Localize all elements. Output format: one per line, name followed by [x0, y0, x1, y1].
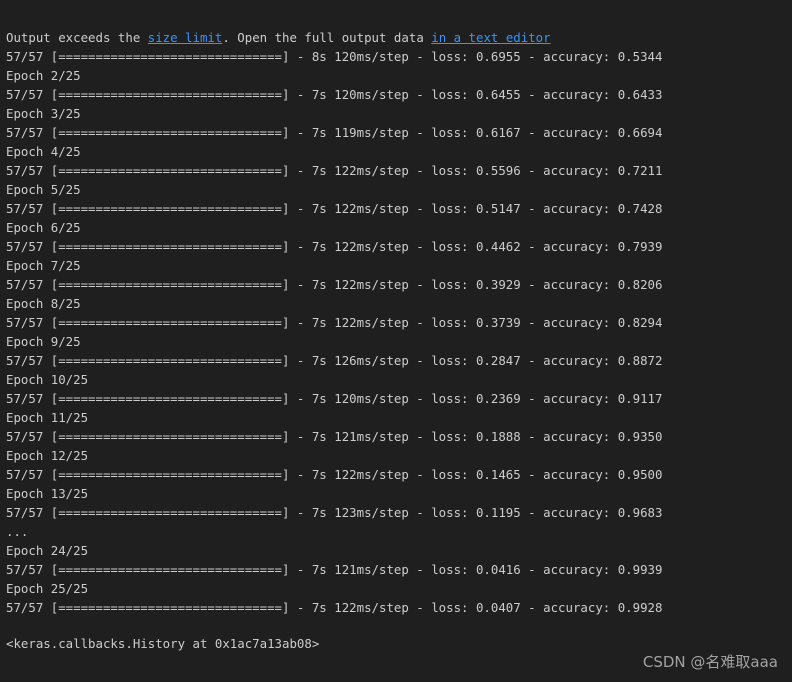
progress-line: 57/57 [==============================] -…	[6, 125, 663, 140]
progress-line: 57/57 [==============================] -…	[6, 277, 663, 292]
epoch-line: Epoch 6/25	[6, 220, 81, 235]
epoch-line: Epoch 4/25	[6, 144, 81, 159]
progress-line: 57/57 [==============================] -…	[6, 163, 663, 178]
epoch-line: Epoch 12/25	[6, 448, 89, 463]
size-limit-link[interactable]: size limit	[148, 30, 223, 45]
progress-line: 57/57 [==============================] -…	[6, 562, 663, 577]
progress-line: 57/57 [==============================] -…	[6, 87, 663, 102]
open-in-text-editor-link[interactable]: in a text editor	[431, 30, 550, 45]
progress-line: 57/57 [==============================] -…	[6, 49, 663, 64]
epoch-line: Epoch 7/25	[6, 258, 81, 273]
epoch-line: Epoch 2/25	[6, 68, 81, 83]
output-spacer	[6, 617, 792, 634]
watermark: CSDN @名难取aaa	[642, 653, 778, 671]
training-log: 57/57 [==============================] -…	[6, 47, 792, 617]
progress-line: 57/57 [==============================] -…	[6, 391, 663, 406]
cell-output-pane: Output exceeds the size limit. Open the …	[0, 0, 792, 682]
epoch-line: Epoch 5/25	[6, 182, 81, 197]
epoch-line: Epoch 10/25	[6, 372, 89, 387]
notice-middle: . Open the full output data	[222, 30, 432, 45]
progress-line: 57/57 [==============================] -…	[6, 353, 663, 368]
output-truncation-notice: Output exceeds the size limit. Open the …	[6, 28, 792, 47]
progress-line: 57/57 [==============================] -…	[6, 239, 663, 254]
epoch-line: Epoch 25/25	[6, 581, 89, 596]
epoch-line: Epoch 3/25	[6, 106, 81, 121]
epoch-line: Epoch 24/25	[6, 543, 89, 558]
epoch-line: Epoch 11/25	[6, 410, 89, 425]
notice-prefix: Output exceeds the	[6, 30, 148, 45]
epoch-line: Epoch 13/25	[6, 486, 89, 501]
progress-line: 57/57 [==============================] -…	[6, 505, 663, 520]
progress-line: 57/57 [==============================] -…	[6, 201, 663, 216]
epoch-line: Epoch 9/25	[6, 334, 81, 349]
progress-line: 57/57 [==============================] -…	[6, 429, 663, 444]
progress-line: 57/57 [==============================] -…	[6, 467, 663, 482]
progress-line: 57/57 [==============================] -…	[6, 315, 663, 330]
progress-line: 57/57 [==============================] -…	[6, 600, 663, 615]
epoch-line: Epoch 8/25	[6, 296, 81, 311]
ellipsis-line: ...	[6, 524, 29, 539]
